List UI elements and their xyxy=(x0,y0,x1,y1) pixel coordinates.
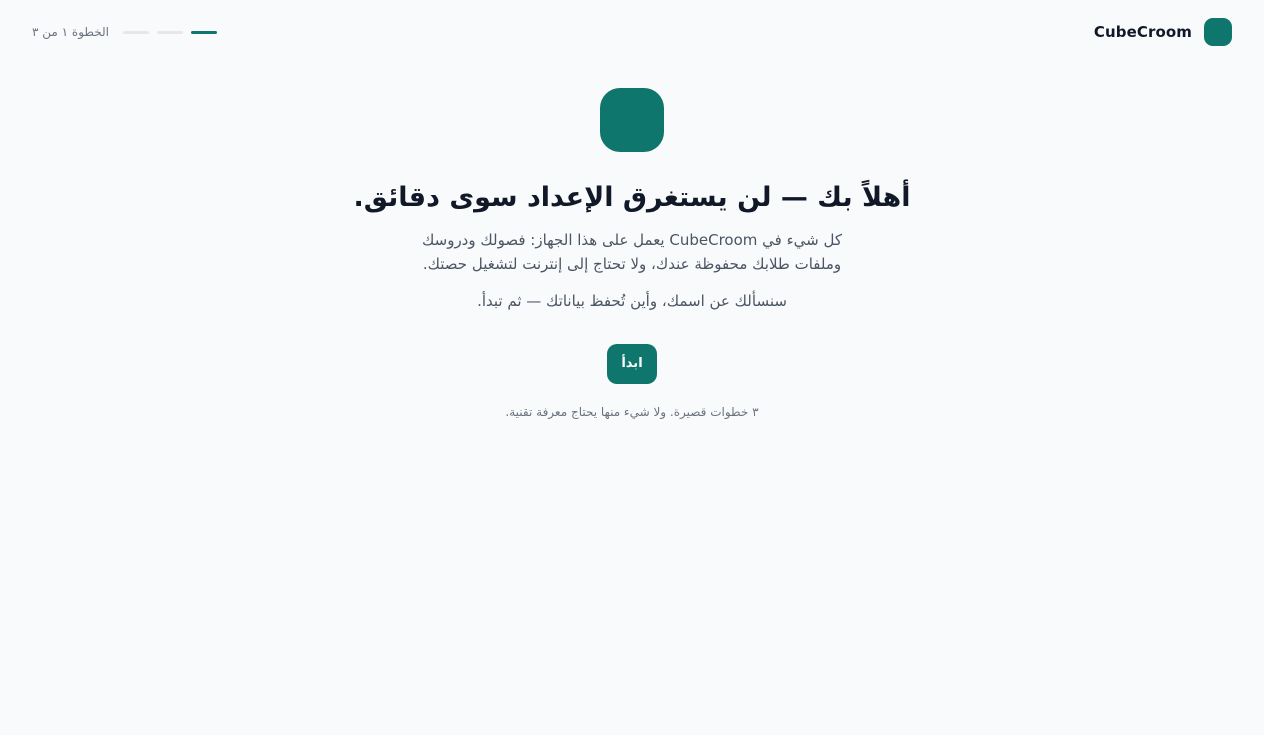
welcome-next-steps: سنسألك عن اسمك، وأين تُحفظ بياناتك — ثم … xyxy=(477,292,787,310)
step-progress-label: الخطوة ١ من ٣ xyxy=(32,25,109,39)
step-progress: الخطوة ١ من ٣ xyxy=(32,22,217,42)
progress-segment-2 xyxy=(157,30,183,34)
progress-segment-3 xyxy=(123,30,149,34)
page-title: أهلاً بك — لن يستغرق الإعداد سوى دقائق. xyxy=(353,182,911,213)
top-bar: CubeCroom الخطوة ١ من ٣ xyxy=(0,0,1264,64)
welcome-description: كل شيء في CubeCroom يعمل على هذا الجهاز:… xyxy=(421,231,842,273)
app-logo-icon xyxy=(1204,18,1232,46)
brand: CubeCroom xyxy=(1094,18,1232,46)
start-button[interactable]: ابدأ xyxy=(607,344,657,384)
hero-logo-icon xyxy=(600,88,664,152)
steps-hint: ٣ خطوات قصيرة. ولا شيء منها يحتاج معرفة … xyxy=(505,405,759,419)
welcome-panel: أهلاً بك — لن يستغرق الإعداد سوى دقائق. … xyxy=(0,88,1264,422)
progress-segment-1 xyxy=(191,30,217,34)
app-name: CubeCroom xyxy=(1093,23,1192,41)
